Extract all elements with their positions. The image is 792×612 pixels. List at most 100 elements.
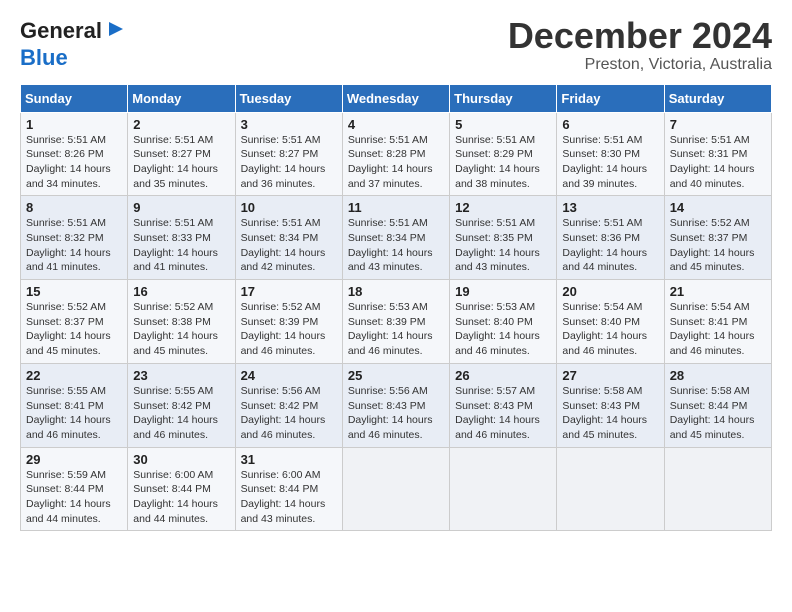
table-row: 15 Sunrise: 5:52 AMSunset: 8:37 PMDayligh…: [21, 280, 128, 364]
month-title: December 2024: [508, 16, 772, 56]
day-info: Sunrise: 5:55 AMSunset: 8:41 PMDaylight:…: [26, 385, 111, 441]
table-row: [557, 447, 664, 531]
day-info: Sunrise: 5:51 AMSunset: 8:31 PMDaylight:…: [670, 134, 755, 190]
col-friday: Friday: [557, 84, 664, 112]
table-row: 8 Sunrise: 5:51 AMSunset: 8:32 PMDaylight…: [21, 196, 128, 280]
day-number: 3: [241, 117, 337, 132]
table-row: [450, 447, 557, 531]
day-number: 26: [455, 368, 551, 383]
table-row: 6 Sunrise: 5:51 AMSunset: 8:30 PMDaylight…: [557, 112, 664, 196]
table-row: 18 Sunrise: 5:53 AMSunset: 8:39 PMDayligh…: [342, 280, 449, 364]
day-number: 19: [455, 284, 551, 299]
day-info: Sunrise: 5:52 AMSunset: 8:38 PMDaylight:…: [133, 301, 218, 357]
table-row: 30 Sunrise: 6:00 AMSunset: 8:44 PMDayligh…: [128, 447, 235, 531]
page: General Blue December 2024 Preston, Vict…: [0, 0, 792, 612]
day-number: 14: [670, 200, 766, 215]
day-number: 28: [670, 368, 766, 383]
day-number: 12: [455, 200, 551, 215]
calendar-week-row: 29Sunrise: 5:59 AMSunset: 8:44 PMDayligh…: [21, 447, 772, 531]
day-info: Sunrise: 5:53 AMSunset: 8:39 PMDaylight:…: [348, 301, 433, 357]
day-info: Sunrise: 5:55 AMSunset: 8:42 PMDaylight:…: [133, 385, 218, 441]
table-row: 2 Sunrise: 5:51 AMSunset: 8:27 PMDaylight…: [128, 112, 235, 196]
table-row: 24Sunrise: 5:56 AMSunset: 8:42 PMDayligh…: [235, 363, 342, 447]
table-row: 31 Sunrise: 6:00 AMSunset: 8:44 PMDayligh…: [235, 447, 342, 531]
col-saturday: Saturday: [664, 84, 771, 112]
day-number: 30: [133, 452, 229, 467]
table-row: 19 Sunrise: 5:53 AMSunset: 8:40 PMDayligh…: [450, 280, 557, 364]
day-info: Sunrise: 5:51 AMSunset: 8:36 PMDaylight:…: [562, 217, 647, 273]
col-tuesday: Tuesday: [235, 84, 342, 112]
table-row: 22 Sunrise: 5:55 AMSunset: 8:41 PMDayligh…: [21, 363, 128, 447]
day-info: Sunrise: 5:51 AMSunset: 8:28 PMDaylight:…: [348, 134, 433, 190]
table-row: 21Sunrise: 5:54 AMSunset: 8:41 PMDayligh…: [664, 280, 771, 364]
calendar-week-row: 15 Sunrise: 5:52 AMSunset: 8:37 PMDayligh…: [21, 280, 772, 364]
day-number: 2: [133, 117, 229, 132]
day-number: 31: [241, 452, 337, 467]
day-number: 8: [26, 200, 122, 215]
table-row: 29Sunrise: 5:59 AMSunset: 8:44 PMDayligh…: [21, 447, 128, 531]
col-wednesday: Wednesday: [342, 84, 449, 112]
day-number: 7: [670, 117, 766, 132]
table-row: 11Sunrise: 5:51 AMSunset: 8:34 PMDayligh…: [342, 196, 449, 280]
day-info: Sunrise: 5:52 AMSunset: 8:39 PMDaylight:…: [241, 301, 326, 357]
table-row: 17 Sunrise: 5:52 AMSunset: 8:39 PMDayligh…: [235, 280, 342, 364]
day-info: Sunrise: 5:51 AMSunset: 8:30 PMDaylight:…: [562, 134, 647, 190]
col-sunday: Sunday: [21, 84, 128, 112]
day-number: 11: [348, 200, 444, 215]
day-number: 16: [133, 284, 229, 299]
table-row: 7 Sunrise: 5:51 AMSunset: 8:31 PMDaylight…: [664, 112, 771, 196]
day-info: Sunrise: 5:51 AMSunset: 8:27 PMDaylight:…: [133, 134, 218, 190]
day-number: 23: [133, 368, 229, 383]
day-info: Sunrise: 5:52 AMSunset: 8:37 PMDaylight:…: [670, 217, 755, 273]
table-row: 5Sunrise: 5:51 AMSunset: 8:29 PMDaylight…: [450, 112, 557, 196]
calendar-week-row: 22 Sunrise: 5:55 AMSunset: 8:41 PMDayligh…: [21, 363, 772, 447]
table-row: [664, 447, 771, 531]
day-info: Sunrise: 5:52 AMSunset: 8:37 PMDaylight:…: [26, 301, 111, 357]
table-row: 4 Sunrise: 5:51 AMSunset: 8:28 PMDaylight…: [342, 112, 449, 196]
logo-general: General: [20, 20, 102, 42]
day-info: Sunrise: 5:51 AMSunset: 8:27 PMDaylight:…: [241, 134, 326, 190]
day-number: 4: [348, 117, 444, 132]
day-number: 25: [348, 368, 444, 383]
table-row: 1Sunrise: 5:51 AMSunset: 8:26 PMDaylight…: [21, 112, 128, 196]
day-number: 10: [241, 200, 337, 215]
calendar-week-row: 1Sunrise: 5:51 AMSunset: 8:26 PMDaylight…: [21, 112, 772, 196]
day-info: Sunrise: 5:56 AMSunset: 8:43 PMDaylight:…: [348, 385, 433, 441]
logo-blue: Blue: [20, 45, 68, 71]
table-row: 16 Sunrise: 5:52 AMSunset: 8:38 PMDayligh…: [128, 280, 235, 364]
day-number: 6: [562, 117, 658, 132]
location-title: Preston, Victoria, Australia: [508, 56, 772, 74]
table-row: 12 Sunrise: 5:51 AMSunset: 8:35 PMDayligh…: [450, 196, 557, 280]
day-info: Sunrise: 5:51 AMSunset: 8:32 PMDaylight:…: [26, 217, 111, 273]
day-info: Sunrise: 5:51 AMSunset: 8:34 PMDaylight:…: [241, 217, 326, 273]
day-info: Sunrise: 6:00 AMSunset: 8:44 PMDaylight:…: [241, 469, 326, 525]
day-info: Sunrise: 6:00 AMSunset: 8:44 PMDaylight:…: [133, 469, 218, 525]
day-info: Sunrise: 5:51 AMSunset: 8:26 PMDaylight:…: [26, 134, 111, 190]
header: General Blue December 2024 Preston, Vict…: [20, 16, 772, 74]
day-info: Sunrise: 5:57 AMSunset: 8:43 PMDaylight:…: [455, 385, 540, 441]
table-row: 13Sunrise: 5:51 AMSunset: 8:36 PMDayligh…: [557, 196, 664, 280]
day-info: Sunrise: 5:53 AMSunset: 8:40 PMDaylight:…: [455, 301, 540, 357]
calendar-table: Sunday Monday Tuesday Wednesday Thursday…: [20, 84, 772, 532]
day-info: Sunrise: 5:51 AMSunset: 8:29 PMDaylight:…: [455, 134, 540, 190]
day-number: 17: [241, 284, 337, 299]
table-row: 27Sunrise: 5:58 AMSunset: 8:43 PMDayligh…: [557, 363, 664, 447]
day-info: Sunrise: 5:51 AMSunset: 8:35 PMDaylight:…: [455, 217, 540, 273]
logo: General Blue: [20, 16, 127, 71]
day-number: 20: [562, 284, 658, 299]
col-monday: Monday: [128, 84, 235, 112]
day-number: 22: [26, 368, 122, 383]
day-number: 24: [241, 368, 337, 383]
day-number: 15: [26, 284, 122, 299]
table-row: 10 Sunrise: 5:51 AMSunset: 8:34 PMDayligh…: [235, 196, 342, 280]
table-row: [342, 447, 449, 531]
calendar-week-row: 8 Sunrise: 5:51 AMSunset: 8:32 PMDaylight…: [21, 196, 772, 280]
table-row: 28 Sunrise: 5:58 AMSunset: 8:44 PMDayligh…: [664, 363, 771, 447]
day-info: Sunrise: 5:59 AMSunset: 8:44 PMDaylight:…: [26, 469, 111, 525]
table-row: 3 Sunrise: 5:51 AMSunset: 8:27 PMDaylight…: [235, 112, 342, 196]
title-block: December 2024 Preston, Victoria, Austral…: [508, 16, 772, 74]
day-number: 18: [348, 284, 444, 299]
table-row: 14 Sunrise: 5:52 AMSunset: 8:37 PMDayligh…: [664, 196, 771, 280]
day-info: Sunrise: 5:58 AMSunset: 8:44 PMDaylight:…: [670, 385, 755, 441]
day-info: Sunrise: 5:58 AMSunset: 8:43 PMDaylight:…: [562, 385, 647, 441]
